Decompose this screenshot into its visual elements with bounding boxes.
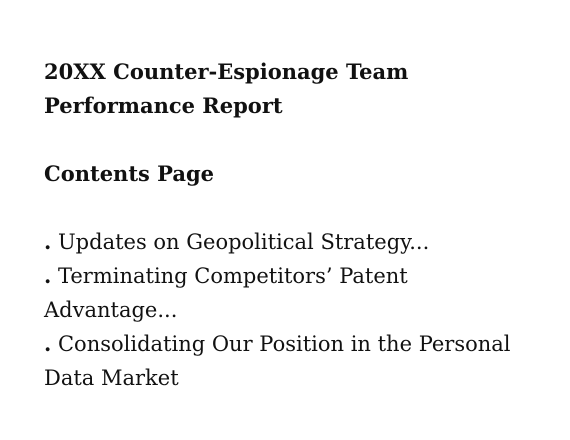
- toc-item-geopolitical-strategy: . Updates on Geopolitical Strategy...: [44, 225, 544, 259]
- contents-heading: Contents Page: [44, 161, 215, 186]
- toc-item-patent-advantage: . Terminating Competitors’ Patent Advant…: [44, 259, 544, 327]
- toc-item-personal-data-market: . Consolidating Our Position in the Pers…: [44, 327, 544, 395]
- report-title-line-2: Performance Report: [44, 93, 283, 118]
- table-of-contents: . Updates on Geopolitical Strategy... . …: [44, 225, 544, 395]
- toc-item-label: Updates on Geopolitical Strategy...: [51, 230, 430, 254]
- toc-item-label: Consolidating Our Position in the Person…: [44, 332, 511, 390]
- toc-item-label: Terminating Competitors’ Patent Advantag…: [44, 264, 408, 322]
- document-page: 20XX Counter-Espionage Team Performance …: [44, 55, 544, 395]
- report-title: 20XX Counter-Espionage Team Performance …: [44, 55, 544, 123]
- report-title-line-1: 20XX Counter-Espionage Team: [44, 59, 409, 84]
